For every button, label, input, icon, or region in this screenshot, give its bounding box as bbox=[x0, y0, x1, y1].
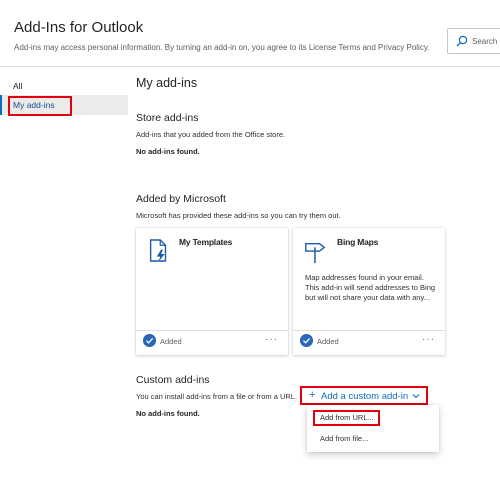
header-divider bbox=[0, 66, 500, 67]
more-options-icon[interactable]: ··· bbox=[265, 334, 278, 345]
chevron-down-icon bbox=[412, 394, 420, 399]
microsoft-heading: Added by Microsoft bbox=[136, 193, 226, 205]
card-title: Bing Maps bbox=[337, 237, 379, 247]
search-input[interactable]: Search a bbox=[447, 28, 500, 54]
store-heading: Store add-ins bbox=[136, 112, 199, 124]
plus-icon: + bbox=[309, 389, 316, 401]
add-custom-addin-button[interactable]: + Add a custom add-in bbox=[300, 386, 428, 405]
highlight-box bbox=[8, 96, 72, 116]
sidebar-item-all[interactable]: All bbox=[0, 76, 128, 96]
card-title: My Templates bbox=[179, 237, 233, 247]
more-options-icon[interactable]: ··· bbox=[422, 334, 435, 345]
search-icon bbox=[456, 35, 468, 47]
add-custom-addin-label: Add a custom add-in bbox=[321, 391, 409, 402]
store-empty-text: No add-ins found. bbox=[136, 147, 200, 156]
search-placeholder: Search a bbox=[472, 37, 500, 46]
check-icon bbox=[300, 334, 313, 347]
microsoft-description: Microsoft has provided these add-ins so … bbox=[136, 211, 341, 220]
selection-indicator bbox=[0, 95, 2, 115]
section-title: My add-ins bbox=[136, 76, 198, 90]
check-icon bbox=[143, 334, 156, 347]
custom-heading: Custom add-ins bbox=[136, 374, 210, 386]
page-title: Add-Ins for Outlook bbox=[14, 19, 144, 36]
added-status: Added bbox=[160, 337, 182, 346]
card-divider bbox=[136, 330, 288, 331]
custom-description: You can install add-ins from a file or f… bbox=[136, 392, 298, 401]
store-description: Add-ins that you added from the Office s… bbox=[136, 130, 286, 139]
menu-item-add-from-file[interactable]: Add from file... bbox=[320, 434, 368, 443]
card-description: Map addresses found in your email. This … bbox=[305, 273, 436, 302]
card-divider bbox=[293, 330, 445, 331]
signpost-icon bbox=[305, 243, 326, 264]
highlight-box bbox=[313, 410, 380, 426]
custom-empty-text: No add-ins found. bbox=[136, 409, 200, 418]
sidebar-item-label: All bbox=[13, 81, 23, 91]
template-icon bbox=[149, 239, 167, 262]
addin-card-bing-maps[interactable]: Bing Maps Map addresses found in your em… bbox=[293, 228, 445, 355]
page-subtitle: Add-ins may access personal information.… bbox=[14, 43, 430, 52]
added-status: Added bbox=[317, 337, 339, 346]
addin-card-my-templates[interactable]: My Templates Added ··· bbox=[136, 228, 288, 355]
